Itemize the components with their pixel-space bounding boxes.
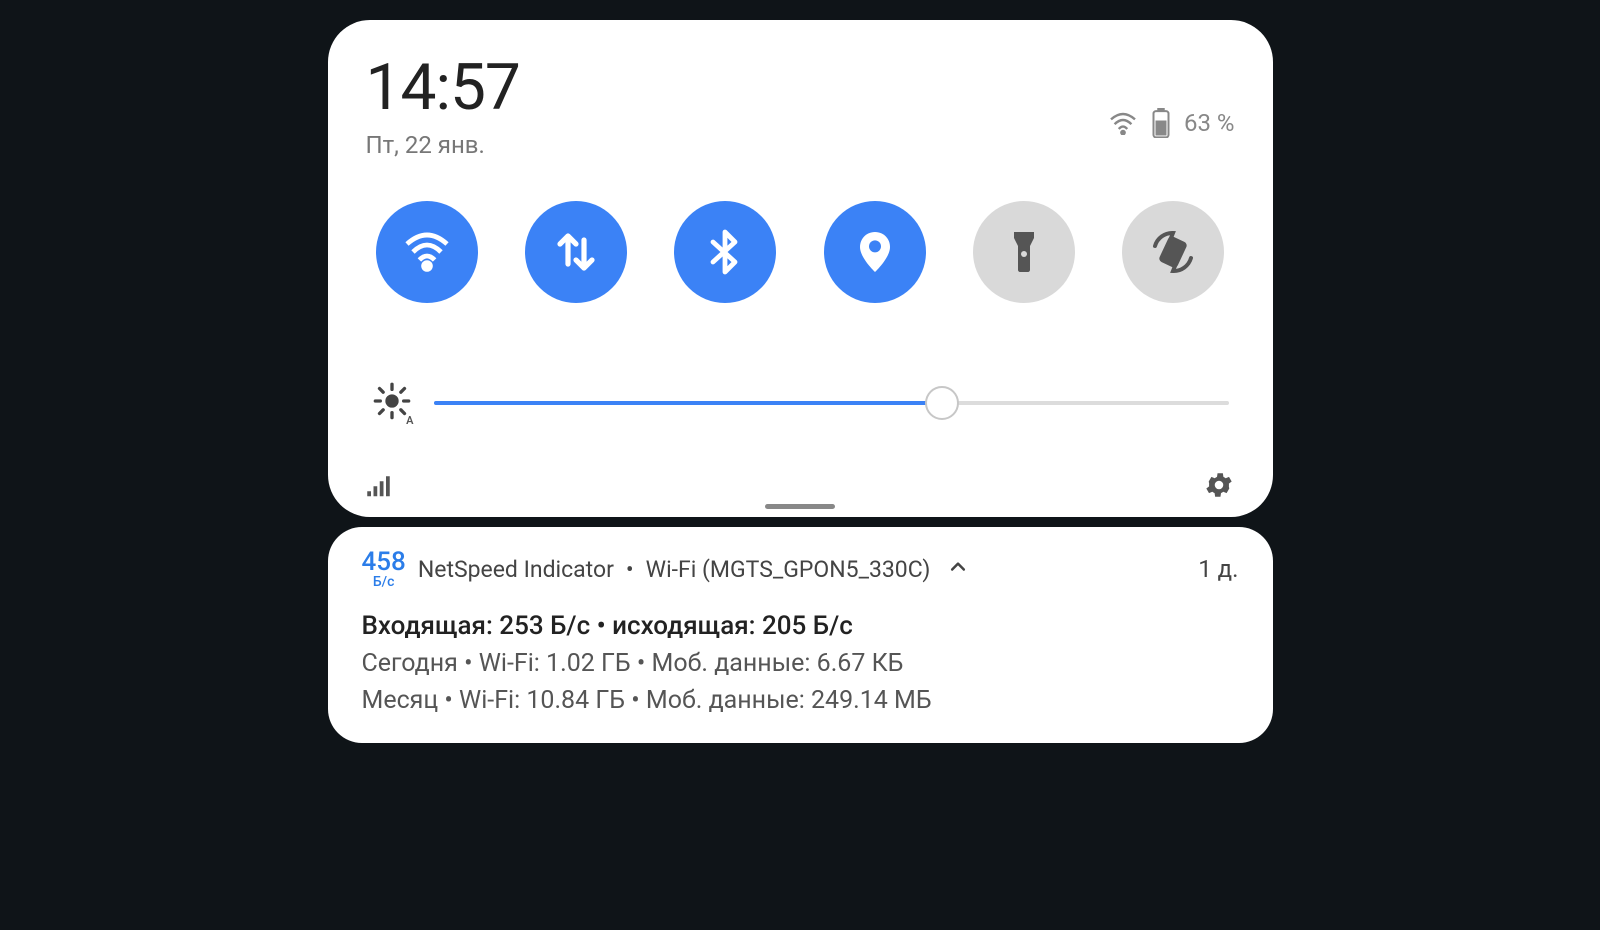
wifi-status-icon — [1108, 111, 1138, 135]
notification-subtitle: Wi-Fi (MGTS_GPON5_330C) — [646, 556, 931, 583]
bluetooth-icon — [701, 228, 749, 276]
brightness-auto-label: A — [406, 414, 413, 427]
toggle-flashlight[interactable] — [973, 201, 1075, 303]
slider-thumb[interactable] — [925, 386, 959, 420]
notification-app-name: NetSpeed Indicator — [418, 556, 614, 583]
notification-line-2: Сегодня • Wi-Fi: 1.02 ГБ • Моб. данные: … — [362, 649, 1239, 678]
slider-fill — [434, 401, 943, 405]
wifi-icon — [403, 228, 451, 276]
clock-date: Пт, 22 янв. — [366, 131, 520, 159]
brightness-slider[interactable] — [434, 385, 1229, 421]
collapse-caret-icon[interactable] — [948, 556, 968, 583]
rotate-icon — [1149, 228, 1197, 276]
toggle-mobile-data[interactable] — [525, 201, 627, 303]
toggle-location[interactable] — [824, 201, 926, 303]
notification-line-3: Месяц • Wi-Fi: 10.84 ГБ • Моб. данные: 2… — [362, 686, 1239, 715]
settings-gear-icon[interactable] — [1203, 469, 1235, 501]
panel-bottom-row — [366, 469, 1235, 501]
notification-shade: 14:57 Пт, 22 янв. 63 % — [328, 20, 1273, 930]
quick-toggles-row — [366, 159, 1235, 303]
panel-drag-handle[interactable] — [765, 504, 835, 509]
brightness-auto-icon[interactable]: A — [372, 381, 412, 425]
notification-line-1: Входящая: 253 Б/с • исходящая: 205 Б/с — [362, 611, 1239, 641]
toggle-wifi[interactable] — [376, 201, 478, 303]
notification-body: Входящая: 253 Б/с • исходящая: 205 Б/с С… — [362, 611, 1239, 715]
notification-card[interactable]: 458 Б/с NetSpeed Indicator • Wi-Fi (MGTS… — [328, 527, 1273, 743]
header-left: 14:57 Пт, 22 янв. — [366, 50, 520, 159]
battery-icon — [1152, 108, 1170, 138]
notification-header: 458 Б/с NetSpeed Indicator • Wi-Fi (MGTS… — [362, 549, 1239, 589]
quick-settings-panel: 14:57 Пт, 22 янв. 63 % — [328, 20, 1273, 517]
speed-unit: Б/с — [373, 575, 395, 589]
separator-dot: • — [626, 556, 634, 583]
brightness-row: A — [366, 381, 1235, 425]
location-pin-icon — [851, 228, 899, 276]
clock-time: 14:57 — [366, 50, 520, 125]
toggle-auto-rotate[interactable] — [1122, 201, 1224, 303]
netspeed-badge-icon: 458 Б/с — [362, 549, 406, 589]
data-arrows-icon — [552, 228, 600, 276]
battery-percent: 63 % — [1184, 109, 1235, 137]
status-bar-right: 63 % — [1108, 108, 1235, 138]
flashlight-icon — [1000, 228, 1048, 276]
toggle-bluetooth[interactable] — [674, 201, 776, 303]
speed-value: 458 — [362, 549, 406, 575]
notification-age: 1 д. — [1198, 555, 1238, 583]
sim-signal-icon[interactable] — [366, 472, 396, 498]
